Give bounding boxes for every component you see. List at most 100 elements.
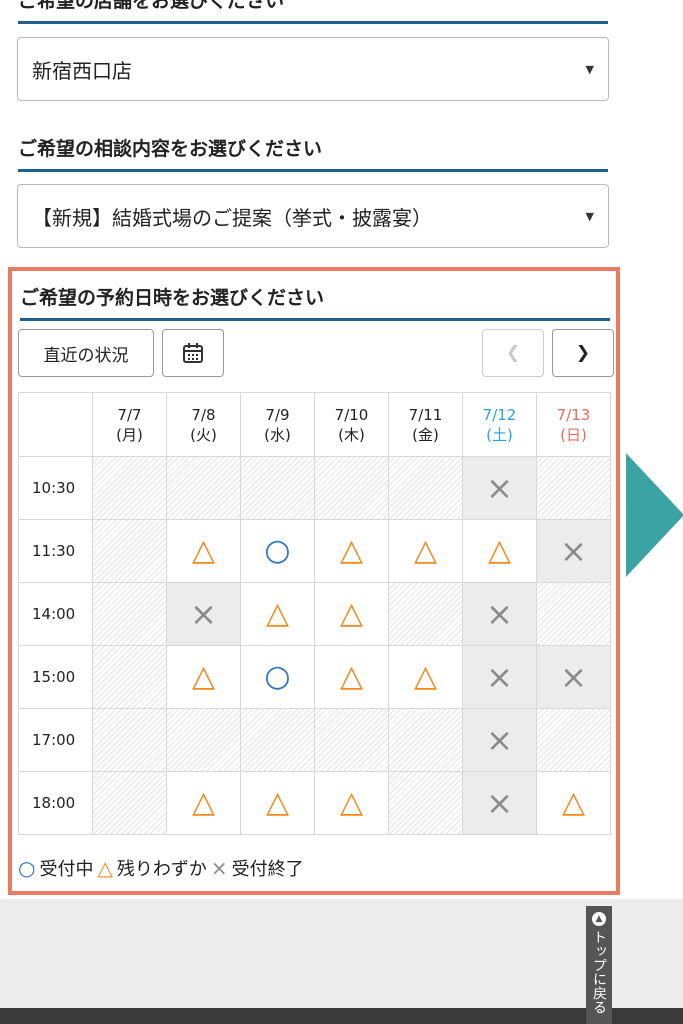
- cross-icon: ×: [486, 784, 513, 822]
- slot-few[interactable]: △: [388, 519, 463, 583]
- reservation-page: { "sections": { "store_heading": "ご希望の店舗…: [0, 0, 683, 1024]
- cross-icon: ×: [486, 721, 513, 759]
- calendar-button[interactable]: [162, 329, 224, 377]
- open-circle-icon: ○: [264, 533, 291, 568]
- time-label: 10:30: [18, 456, 93, 520]
- slot-unavailable: [166, 708, 241, 772]
- slot-unavailable: [388, 771, 463, 835]
- legend-full-label: 受付終了: [231, 859, 304, 880]
- weekday-label: (金): [412, 425, 439, 444]
- slot-full: ×: [462, 771, 537, 835]
- slot-unavailable: [166, 456, 241, 520]
- slot-unavailable: [240, 708, 315, 772]
- cross-icon: ×: [190, 595, 217, 633]
- cross-icon: ×: [486, 658, 513, 696]
- slot-unavailable: [240, 456, 315, 520]
- slot-full: ×: [536, 519, 611, 583]
- slot-open[interactable]: ○: [240, 645, 315, 709]
- slot-full: ×: [462, 456, 537, 520]
- triangle-icon: △: [97, 856, 113, 880]
- slot-unavailable: [314, 708, 389, 772]
- date-header-4: 7/11 (金): [388, 392, 463, 457]
- slot-few[interactable]: △: [314, 771, 389, 835]
- triangle-icon: △: [413, 533, 438, 568]
- date-header-row: 7/7 (月) 7/8 (火) 7/9 (水) 7/10 (木) 7/11 (金) 7/12 (土) 7…: [18, 392, 611, 457]
- triangle-icon: △: [191, 785, 216, 820]
- slot-unavailable: [388, 708, 463, 772]
- slot-unavailable: [92, 645, 167, 709]
- dropdown-arrow-icon: ▼: [585, 210, 594, 223]
- time-label: 18:00: [18, 771, 93, 835]
- store-select[interactable]: 新宿西口店 ▼: [17, 37, 609, 101]
- time-row: 15:00 △ ○ △ △ × ×: [18, 645, 611, 709]
- slot-full: ×: [462, 582, 537, 646]
- cross-icon: ×: [210, 856, 228, 880]
- date-label: 7/10: [334, 405, 369, 424]
- recent-status-button[interactable]: 直近の状況: [18, 329, 154, 377]
- slot-unavailable: [92, 708, 167, 772]
- triangle-icon: △: [487, 533, 512, 568]
- slot-few[interactable]: △: [166, 519, 241, 583]
- slot-few[interactable]: △: [240, 771, 315, 835]
- weekday-label: (月): [116, 425, 143, 444]
- slot-full: ×: [536, 645, 611, 709]
- cross-icon: ×: [560, 658, 587, 696]
- slot-few[interactable]: △: [462, 519, 537, 583]
- slot-unavailable: [536, 582, 611, 646]
- time-label: 17:00: [18, 708, 93, 772]
- date-label: 7/12: [482, 405, 517, 424]
- slot-unavailable: [92, 456, 167, 520]
- triangle-icon: △: [191, 659, 216, 694]
- slot-few[interactable]: △: [314, 582, 389, 646]
- cross-icon: ×: [486, 595, 513, 633]
- weekday-label: (日): [560, 425, 587, 444]
- triangle-icon: △: [339, 785, 364, 820]
- back-to-top-label: トップに戻る: [591, 930, 607, 1014]
- slot-open[interactable]: ○: [240, 519, 315, 583]
- back-to-top-button[interactable]: ▲ トップに戻る: [586, 906, 612, 1024]
- slot-full: ×: [166, 582, 241, 646]
- slot-few[interactable]: △: [240, 582, 315, 646]
- slot-few[interactable]: △: [314, 519, 389, 583]
- slot-unavailable: [92, 771, 167, 835]
- prev-week-button[interactable]: ❮: [482, 329, 544, 377]
- decorative-arrow: [626, 453, 683, 577]
- triangle-icon: △: [339, 596, 364, 631]
- date-header-6: 7/13 (日): [536, 392, 611, 457]
- slot-few[interactable]: △: [388, 645, 463, 709]
- slot-unavailable: [388, 582, 463, 646]
- time-row: 10:30 ×: [18, 456, 611, 520]
- time-label: 15:00: [18, 645, 93, 709]
- consult-heading: ご希望の相談内容をお選びください: [18, 134, 608, 172]
- slot-unavailable: [92, 519, 167, 583]
- date-label: 7/8: [191, 405, 216, 424]
- weekday-label: (木): [338, 425, 365, 444]
- date-label: 7/11: [408, 405, 443, 424]
- date-label: 7/7: [117, 405, 142, 424]
- consult-select[interactable]: 【新規】結婚式場のご提案（挙式・披露宴） ▼: [17, 184, 609, 248]
- legend-few-label: 残りわずか: [116, 859, 207, 880]
- corner-cell: [18, 392, 93, 457]
- slot-unavailable: [536, 456, 611, 520]
- date-header-2: 7/9 (水): [240, 392, 315, 457]
- date-header-0: 7/7 (月): [92, 392, 167, 457]
- weekday-label: (水): [264, 425, 291, 444]
- time-label: 14:00: [18, 582, 93, 646]
- slot-full: ×: [462, 645, 537, 709]
- slot-full: ×: [462, 708, 537, 772]
- slot-few[interactable]: △: [314, 645, 389, 709]
- legend: ○ 受付中 △ 残りわずか × 受付終了: [18, 855, 308, 881]
- weekday-label: (火): [190, 425, 217, 444]
- slot-few[interactable]: △: [166, 771, 241, 835]
- triangle-icon: △: [339, 533, 364, 568]
- chevron-up-icon: ▲: [592, 912, 606, 926]
- date-label: 7/9: [265, 405, 290, 424]
- next-week-button[interactable]: ❯: [552, 329, 614, 377]
- weekday-label: (土): [486, 425, 513, 444]
- store-select-value: 新宿西口店: [32, 58, 132, 83]
- date-header-1: 7/8 (火): [166, 392, 241, 457]
- slot-few[interactable]: △: [166, 645, 241, 709]
- date-header-5: 7/12 (土): [462, 392, 537, 457]
- slot-few[interactable]: △: [536, 771, 611, 835]
- time-row: 11:30 △ ○ △ △ △ ×: [18, 519, 611, 583]
